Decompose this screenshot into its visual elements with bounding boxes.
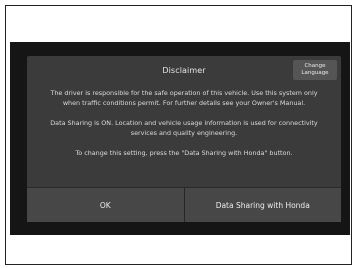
disclaimer-dialog: Disclaimer Change Language The driver is… (27, 56, 341, 222)
ok-button[interactable]: OK (27, 188, 185, 222)
data-sharing-with-honda-button[interactable]: Data Sharing with Honda (184, 188, 341, 222)
dialog-buttons: OK Data Sharing with Honda (27, 187, 341, 222)
change-language-label-line2: Language (301, 70, 329, 76)
change-language-button[interactable]: Change Language (293, 60, 337, 80)
change-setting-paragraph: To change this setting, press the "Data … (75, 149, 293, 157)
disclaimer-paragraph: The driver is responsible for the safe o… (50, 89, 318, 107)
change-language-label-line1: Change (304, 63, 326, 69)
dialog-body: The driver is responsible for the safe o… (41, 88, 327, 168)
data-sharing-paragraph: Data Sharing is ON. Location and vehicle… (50, 119, 318, 137)
